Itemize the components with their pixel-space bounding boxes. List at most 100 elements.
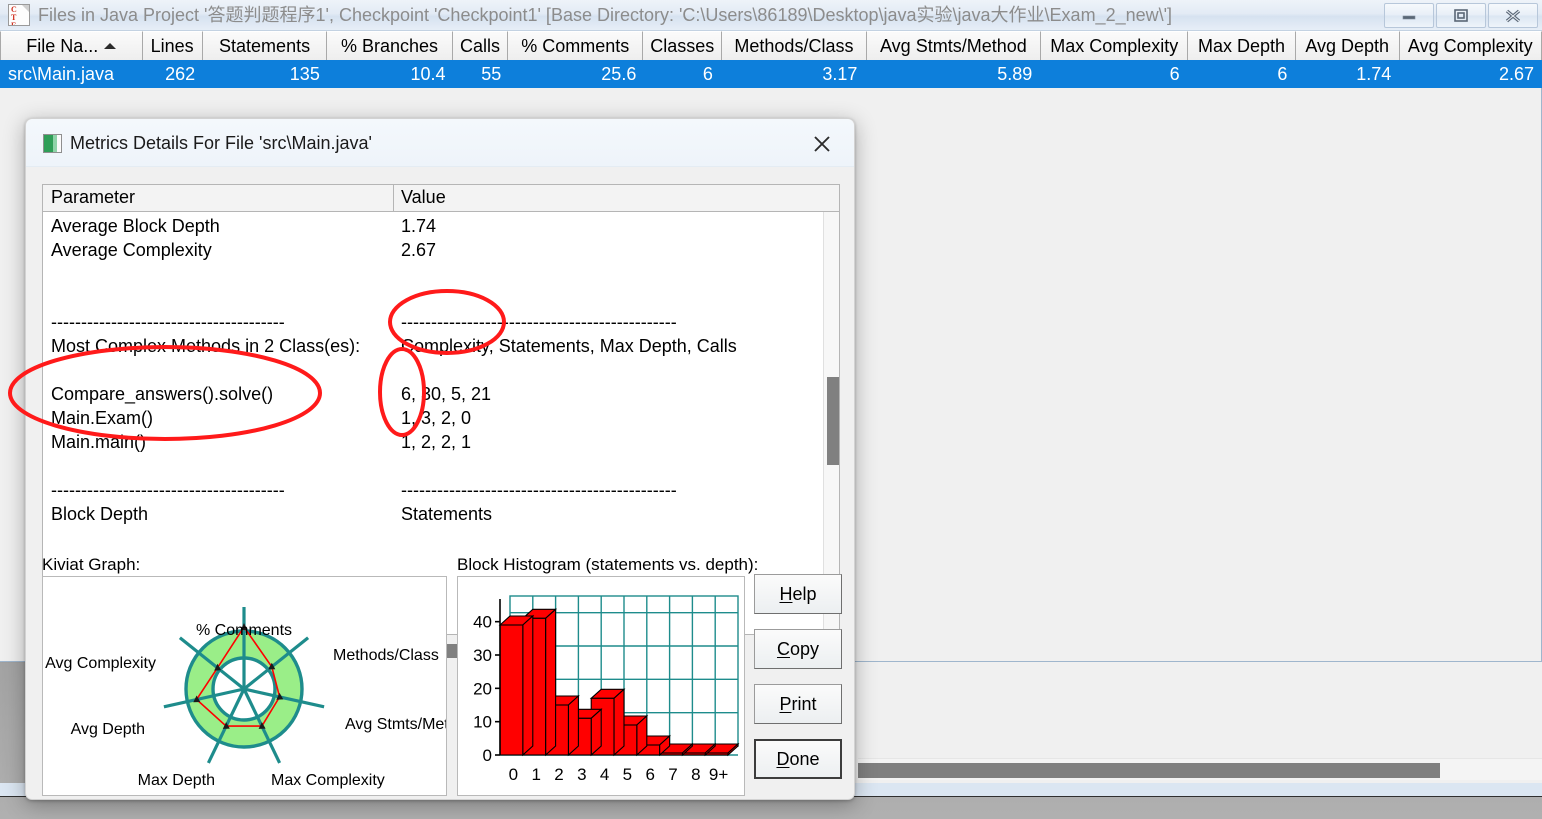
kiviat-label-4: Max Depth	[138, 772, 215, 789]
button-label: rint	[791, 693, 817, 714]
histogram-ytick: 20	[473, 679, 492, 698]
table-cell[interactable]: 5.89	[865, 60, 1040, 88]
column-header-lines[interactable]: Lines	[142, 31, 203, 60]
minimize-icon[interactable]	[1384, 3, 1434, 28]
column-header-classes[interactable]: Classes	[643, 31, 723, 60]
table-cell[interactable]: 25.6	[509, 60, 644, 88]
button-mnemonic: D	[776, 748, 790, 769]
document-app-icon: CTF	[8, 4, 30, 26]
report-line-parameter: Main.Exam()	[51, 408, 154, 428]
dialog-title-bar[interactable]: Metrics Details For File 'src\Main.java'	[26, 119, 854, 167]
table-cell[interactable]: 1.74	[1295, 60, 1399, 88]
close-icon[interactable]	[798, 127, 846, 161]
table-cell[interactable]: 10.4	[328, 60, 454, 88]
scrollbar-thumb[interactable]	[827, 377, 839, 465]
report-line-value: 1, 3, 2, 0	[401, 408, 472, 428]
window-title: Files in Java Project '答题判题程序1', Checkpo…	[38, 5, 1173, 25]
column-header-label: % Branches	[341, 35, 439, 56]
column-header-file-na[interactable]: File Na...	[0, 31, 143, 60]
report-line-parameter: Average Block Depth	[51, 216, 220, 236]
histogram-xtick: 9+	[709, 765, 728, 784]
table-cell[interactable]: 6	[644, 60, 721, 88]
report-line-parameter: Main.main()	[51, 432, 147, 452]
column-header-label: Statements	[219, 35, 311, 56]
table-cell[interactable]: 6	[1040, 60, 1187, 88]
kiviat-graph-label: Kiviat Graph:	[42, 555, 141, 574]
report-line-value: Complexity, Statements, Max Depth, Calls	[401, 336, 737, 356]
close-icon[interactable]	[1488, 3, 1538, 28]
histogram-xtick: 7	[668, 765, 677, 784]
report-line-value: 6, 30, 5, 21	[401, 384, 492, 404]
column-header-avg-stmts-method[interactable]: Avg Stmts/Method	[866, 31, 1042, 60]
histogram-xtick: 1	[531, 765, 540, 784]
table-column-headers[interactable]: File Na... Lines Statements % Branches Calls…	[0, 31, 1542, 60]
scrollbar-thumb[interactable]	[858, 763, 1440, 778]
column-header-avg-complexity[interactable]: Avg Complexity	[1399, 31, 1542, 60]
column-header-statements[interactable]: Statements	[202, 31, 328, 60]
vertical-scrollbar[interactable]	[823, 212, 839, 634]
report-line-parameter: Block Depth	[51, 504, 149, 524]
histogram-xtick: 5	[623, 765, 632, 784]
column-header-max-depth[interactable]: Max Depth	[1188, 31, 1296, 60]
table-cell[interactable]: 135	[203, 60, 328, 88]
sort-ascending-icon	[104, 43, 117, 49]
column-header-branches[interactable]: % Branches	[327, 31, 453, 60]
block-histogram: 0 10 20 30 40 0 1 2 3 4 5 6 7 8 9+	[457, 576, 745, 796]
column-header-methods-class[interactable]: Methods/Class	[722, 31, 867, 60]
table-cell[interactable]: 6	[1188, 60, 1296, 88]
histogram-xtick: 6	[645, 765, 654, 784]
button-mnemonic: C	[776, 638, 790, 659]
column-header-comments[interactable]: % Comments	[508, 31, 644, 60]
button-mnemonic: P	[779, 693, 792, 714]
histogram-ytick: 0	[483, 746, 492, 765]
column-header-calls[interactable]: Calls	[452, 31, 509, 60]
button-label: opy	[789, 638, 820, 659]
report-line-value: 1, 2, 2, 1	[401, 432, 472, 452]
button-label: elp	[792, 583, 817, 604]
block-histogram-label: Block Histogram (statements vs. depth):	[457, 555, 759, 574]
column-header-label: Lines	[150, 35, 194, 56]
report-line-value: Statements	[401, 504, 493, 524]
column-header-avg-depth[interactable]: Avg Depth	[1295, 31, 1400, 60]
table-cell[interactable]: src\Main.java	[0, 60, 143, 88]
kiviat-label-3: Max Complexity	[271, 772, 385, 789]
help-button[interactable]: Help	[754, 574, 842, 614]
print-button[interactable]: Print	[754, 684, 842, 724]
report-header: Parameter Value	[43, 185, 839, 212]
histogram-xtick: 8	[691, 765, 700, 784]
metrics-details-dialog: Metrics Details For File 'src\Main.java'…	[25, 118, 855, 800]
dialog-buttons: Help Copy Print Done	[754, 574, 842, 799]
column-header-label: Calls	[460, 35, 501, 56]
kiviat-label-0: % Comments	[196, 622, 292, 639]
kiviat-label-5: Avg Depth	[71, 721, 145, 738]
column-header-label: Avg Depth	[1305, 35, 1390, 56]
column-header-label: % Comments	[521, 35, 630, 56]
background-horizontal-scrollbar[interactable]	[858, 758, 1542, 780]
window-title-bar[interactable]: CTF Files in Java Project '答题判题程序1', Che…	[0, 0, 1542, 31]
histogram-xtick: 4	[600, 765, 609, 784]
table-cell[interactable]: 3.17	[721, 60, 866, 88]
window-controls	[1384, 3, 1538, 28]
maximize-icon[interactable]	[1436, 3, 1486, 28]
column-header-label: Max Complexity	[1050, 35, 1179, 56]
kiviat-label-6: Avg Complexity	[45, 655, 156, 672]
table-row[interactable]: src\Main.java 262 135 10.4 55 25.6 6 3.17 5.89 6 6…	[0, 60, 1542, 88]
report-line-parameter: ---------------------------------------	[51, 312, 285, 332]
button-label: one	[789, 748, 820, 769]
report-line-value: 2.67	[401, 240, 437, 260]
table-cell[interactable]: 262	[143, 60, 203, 88]
copy-button[interactable]: Copy	[754, 629, 842, 669]
histogram-xtick: 3	[577, 765, 586, 784]
metrics-icon	[43, 134, 62, 153]
table-cell[interactable]: 55	[454, 60, 510, 88]
histogram-xtick: 2	[554, 765, 563, 784]
column-header-label: Classes	[650, 35, 715, 56]
column-header-max-complexity[interactable]: Max Complexity	[1041, 31, 1189, 60]
column-header-label: Avg Complexity	[1407, 35, 1533, 56]
done-button[interactable]: Done	[754, 739, 842, 779]
kiviat-label-1: Methods/Class	[333, 647, 439, 664]
button-mnemonic: H	[779, 583, 793, 604]
table-cell[interactable]: 2.67	[1399, 60, 1542, 88]
column-header-label: Max Depth	[1198, 35, 1286, 56]
report-line-value: ----------------------------------------…	[401, 312, 677, 332]
